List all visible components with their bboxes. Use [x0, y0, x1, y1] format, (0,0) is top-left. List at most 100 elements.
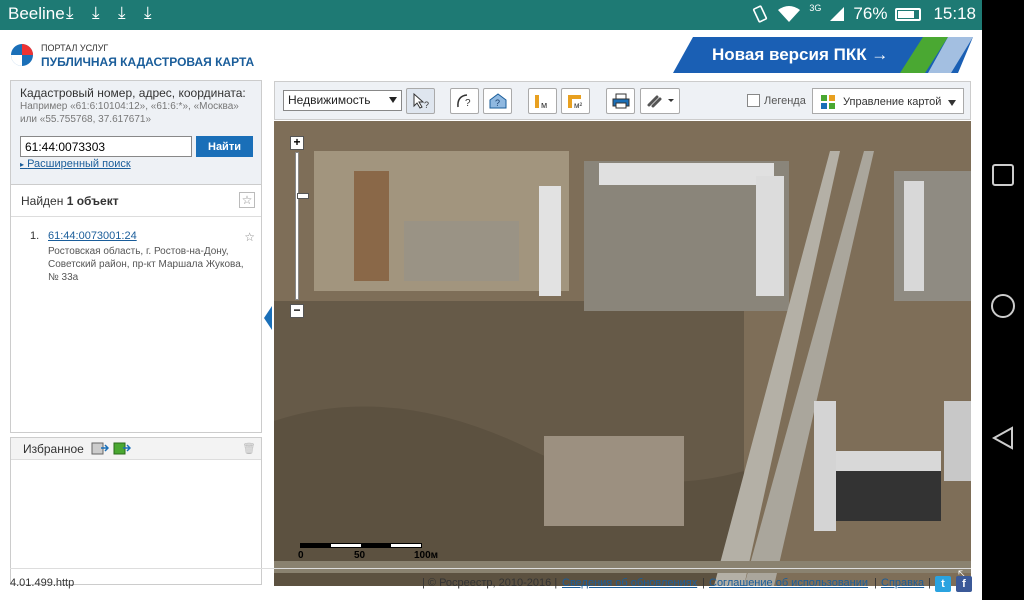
favorites-header: Избранное 🗑 — [11, 438, 261, 460]
favorites-panel: Избранное 🗑 — [10, 437, 262, 585]
zoom-slider-track[interactable] — [295, 152, 309, 300]
legend-label: Легенда — [764, 95, 806, 107]
download-icon: ⤓ — [66, 3, 74, 22]
search-title: Кадастровый номер, адрес, координата: — [20, 86, 246, 100]
svg-text:м²: м² — [574, 101, 583, 110]
advanced-search-label: Расширенный поиск — [27, 158, 131, 170]
search-hint: Например «61:6:10104:12», «61:6:*», «Мос… — [20, 101, 239, 125]
back-button[interactable] — [990, 425, 1016, 451]
battery-icon — [895, 7, 922, 21]
favorites-title: Избранное — [23, 442, 84, 456]
browser-page: ПОРТАЛ УСЛУГ ПУБЛИЧНАЯ КАДАСТРОВАЯ КАРТА… — [0, 30, 982, 600]
info-tool-button[interactable]: ? — [483, 88, 512, 114]
scale-bar — [300, 543, 422, 548]
found-prefix: Найден — [21, 194, 64, 208]
chevron-down-icon — [948, 100, 956, 106]
search-button[interactable]: Найти — [196, 136, 253, 157]
results-header: Найден 1 объект ☆ — [11, 185, 261, 217]
download-icon: ⤓ — [144, 3, 152, 22]
new-version-label[interactable]: Новая версия ПКК → — [712, 45, 888, 65]
signal-icon — [830, 7, 845, 21]
link-button[interactable] — [640, 88, 680, 114]
facebook-icon[interactable]: f — [956, 576, 972, 592]
result-number: 1. — [30, 230, 40, 242]
vibrate-icon — [753, 5, 768, 23]
svg-text:м: м — [541, 100, 547, 110]
map-scale: 0 50 100м — [298, 543, 440, 563]
chevron-down-icon — [389, 97, 397, 103]
svg-text:?: ? — [495, 98, 500, 108]
svg-text:?: ? — [424, 100, 429, 110]
clock: 15:18 — [933, 4, 976, 23]
advanced-search-link[interactable]: ▸ Расширенный поиск — [20, 158, 131, 170]
footer-separator: | — [702, 577, 705, 589]
star-icon[interactable]: ☆ — [239, 192, 255, 208]
area-ruler-icon: м² — [568, 95, 583, 110]
result-cadastral-link[interactable]: 61:44:0073001:24 — [48, 230, 137, 242]
portal-title[interactable]: ПУБЛИЧНАЯ КАДАСТРОВАЯ КАРТА — [41, 55, 254, 69]
version-label: 4.01.499.http — [10, 577, 75, 589]
twitter-icon[interactable]: t — [935, 576, 951, 592]
svg-text:?: ? — [465, 98, 471, 109]
home-button[interactable] — [990, 293, 1016, 319]
result-address: Ростовская область, г. Ростов-на-Дону, С… — [48, 246, 244, 283]
status-bar: Beeline ⤓ ⤓ ⤓ ⤓ 3G 76% 15:18 — [0, 0, 982, 30]
list-item[interactable]: 1. 61:44:0073001:24 Ростовская область, … — [11, 217, 261, 337]
scale-label-100: 100м — [414, 550, 439, 561]
ruler-icon: м — [535, 95, 547, 110]
zoom-control: + − — [290, 136, 309, 318]
print-button[interactable] — [606, 88, 635, 114]
terms-link[interactable]: Соглашение об использовании — [709, 577, 868, 589]
chevron-right-icon: ▸ — [20, 160, 25, 169]
download-icon: ⤓ — [118, 3, 126, 22]
import-favorites-icon[interactable] — [113, 441, 131, 456]
wifi-icon — [778, 6, 801, 22]
legend-checkbox[interactable] — [747, 94, 760, 107]
zoom-slider-handle[interactable] — [297, 193, 309, 199]
star-icon[interactable]: ☆ — [244, 230, 255, 244]
footer-separator: | — [874, 577, 877, 589]
map-control-dropdown[interactable]: Управление картой — [812, 88, 964, 114]
trash-icon[interactable]: 🗑 — [242, 442, 256, 455]
carrier-label: Beeline — [8, 4, 65, 23]
portal-logo-icon[interactable] — [10, 38, 34, 72]
recent-apps-button[interactable] — [990, 162, 1016, 188]
layer-select-value: Недвижимость — [288, 93, 371, 107]
printer-icon — [612, 93, 630, 109]
search-panel: Кадастровый номер, адрес, координата: На… — [10, 80, 262, 433]
zoom-out-button[interactable]: − — [290, 304, 304, 318]
search-input[interactable] — [20, 136, 192, 157]
cursor-question-icon: ? — [413, 92, 429, 110]
map-control-label: Управление картой — [843, 96, 942, 108]
scale-label-0: 0 — [298, 550, 304, 561]
found-count: 1 объект — [66, 194, 119, 208]
satellite-map[interactable]: + − 0 50 100м ⤡ — [274, 121, 971, 586]
lasso-question-icon: ? — [457, 94, 471, 109]
zoom-in-button[interactable]: + — [290, 136, 304, 150]
identify-tool-button[interactable]: ? — [406, 88, 435, 114]
layer-select[interactable]: Недвижимость — [283, 90, 402, 111]
portal-subtitle: ПОРТАЛ УСЛУГ — [41, 43, 109, 53]
measure-tool-button[interactable]: ? — [450, 88, 479, 114]
help-link[interactable]: Справка — [881, 577, 924, 589]
export-favorites-icon[interactable] — [91, 441, 109, 456]
network-type: 3G — [809, 3, 822, 13]
link-icon — [647, 95, 674, 108]
satellite-imagery — [274, 121, 971, 586]
distance-tool-button[interactable]: м — [528, 88, 557, 114]
battery-percent: 76% — [853, 4, 888, 23]
updates-link[interactable]: Сведения об обновлениях — [562, 577, 697, 589]
header: ПОРТАЛ УСЛУГ ПУБЛИЧНАЯ КАДАСТРОВАЯ КАРТА… — [0, 30, 982, 80]
area-tool-button[interactable]: м² — [561, 88, 590, 114]
android-navbar — [982, 0, 1024, 600]
copyright-label: | © Росреестр, 2010-2016 | — [422, 577, 558, 589]
map-toolbar: Недвижимость ? ? ? м м² Легенда Управлен… — [274, 81, 971, 120]
search-box: Кадастровый номер, адрес, координата: На… — [11, 81, 261, 185]
footer-separator: | — [928, 577, 931, 589]
footer: 4.01.499.http | © Росреестр, 2010-2016 |… — [0, 565, 982, 600]
grid-icon — [821, 95, 835, 109]
scale-label-50: 50 — [354, 550, 366, 561]
footer-divider — [10, 568, 971, 569]
collapse-panel-icon[interactable] — [264, 306, 272, 330]
download-icon: ⤓ — [92, 3, 100, 22]
